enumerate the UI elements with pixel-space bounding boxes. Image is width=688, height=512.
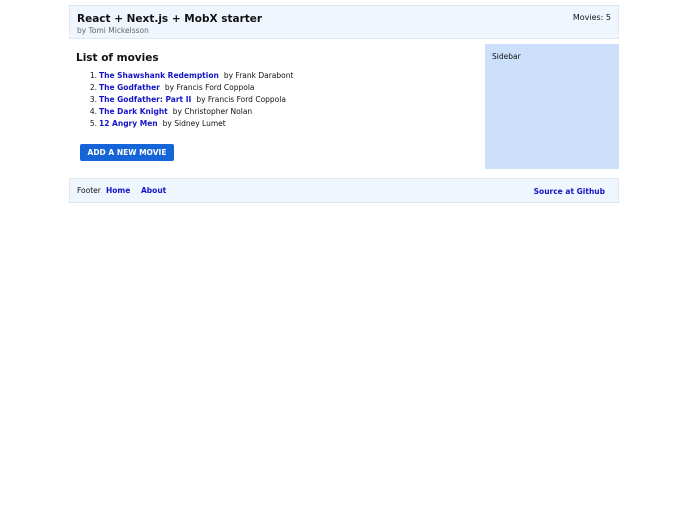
app-title: React + Next.js + MobX starter bbox=[77, 13, 263, 25]
list-number: 3. bbox=[89, 95, 97, 104]
movie-link[interactable]: The Godfather: Part II bbox=[99, 95, 191, 104]
sidebar: Sidebar bbox=[485, 44, 619, 169]
list-item: 4. The Dark Knight by Christopher Nolan bbox=[80, 107, 293, 119]
footer: Footer Home About Source at Github bbox=[69, 178, 619, 203]
main-content: List of movies 1. The Shawshank Redemptio… bbox=[69, 44, 479, 169]
movie-list: 1. The Shawshank Redemption by Frank Darab… bbox=[80, 71, 294, 131]
movie-director: by Christopher Nolan bbox=[172, 107, 253, 116]
list-item: 1. The Shawshank Redemption by Frank Darab… bbox=[80, 71, 294, 83]
list-item: 5. 12 Angry Men by Sidney Lumet bbox=[80, 119, 293, 131]
list-item: 3. The Godfather: Part II by Francis Ford … bbox=[80, 95, 293, 107]
github-source-link[interactable]: Source at Github bbox=[534, 187, 605, 196]
footer-label: Footer bbox=[77, 186, 101, 195]
page-title: List of movies bbox=[76, 52, 159, 64]
sidebar-label: Sidebar bbox=[492, 52, 521, 61]
movie-link[interactable]: The Shawshank Redemption bbox=[99, 71, 219, 80]
movie-director: by Sidney Lumet bbox=[162, 119, 226, 128]
movie-link[interactable]: 12 Angry Men bbox=[99, 119, 158, 128]
list-number: 5. bbox=[89, 119, 97, 128]
footer-home-link[interactable]: Home bbox=[106, 186, 130, 195]
author-byline: by Tomi Mickelsson bbox=[77, 26, 149, 35]
list-number: 4. bbox=[89, 107, 97, 116]
movie-link[interactable]: The Godfather bbox=[99, 83, 160, 92]
list-item: 2. The Godfather by Francis Ford Coppola bbox=[80, 83, 293, 95]
movie-director: by Frank Darabont bbox=[223, 71, 294, 80]
footer-about-link[interactable]: About bbox=[141, 186, 166, 195]
header: React + Next.js + MobX starter by Tomi M… bbox=[69, 5, 619, 39]
movie-count: Movies: 5 bbox=[572, 13, 611, 22]
add-movie-button[interactable]: ADD A NEW MOVIE bbox=[80, 144, 174, 161]
movie-director: by Francis Ford Coppola bbox=[164, 83, 255, 92]
list-number: 1. bbox=[89, 71, 97, 80]
list-number: 2. bbox=[89, 83, 97, 92]
movie-link[interactable]: The Dark Knight bbox=[99, 107, 168, 116]
movie-director: by Francis Ford Coppola bbox=[196, 95, 286, 104]
